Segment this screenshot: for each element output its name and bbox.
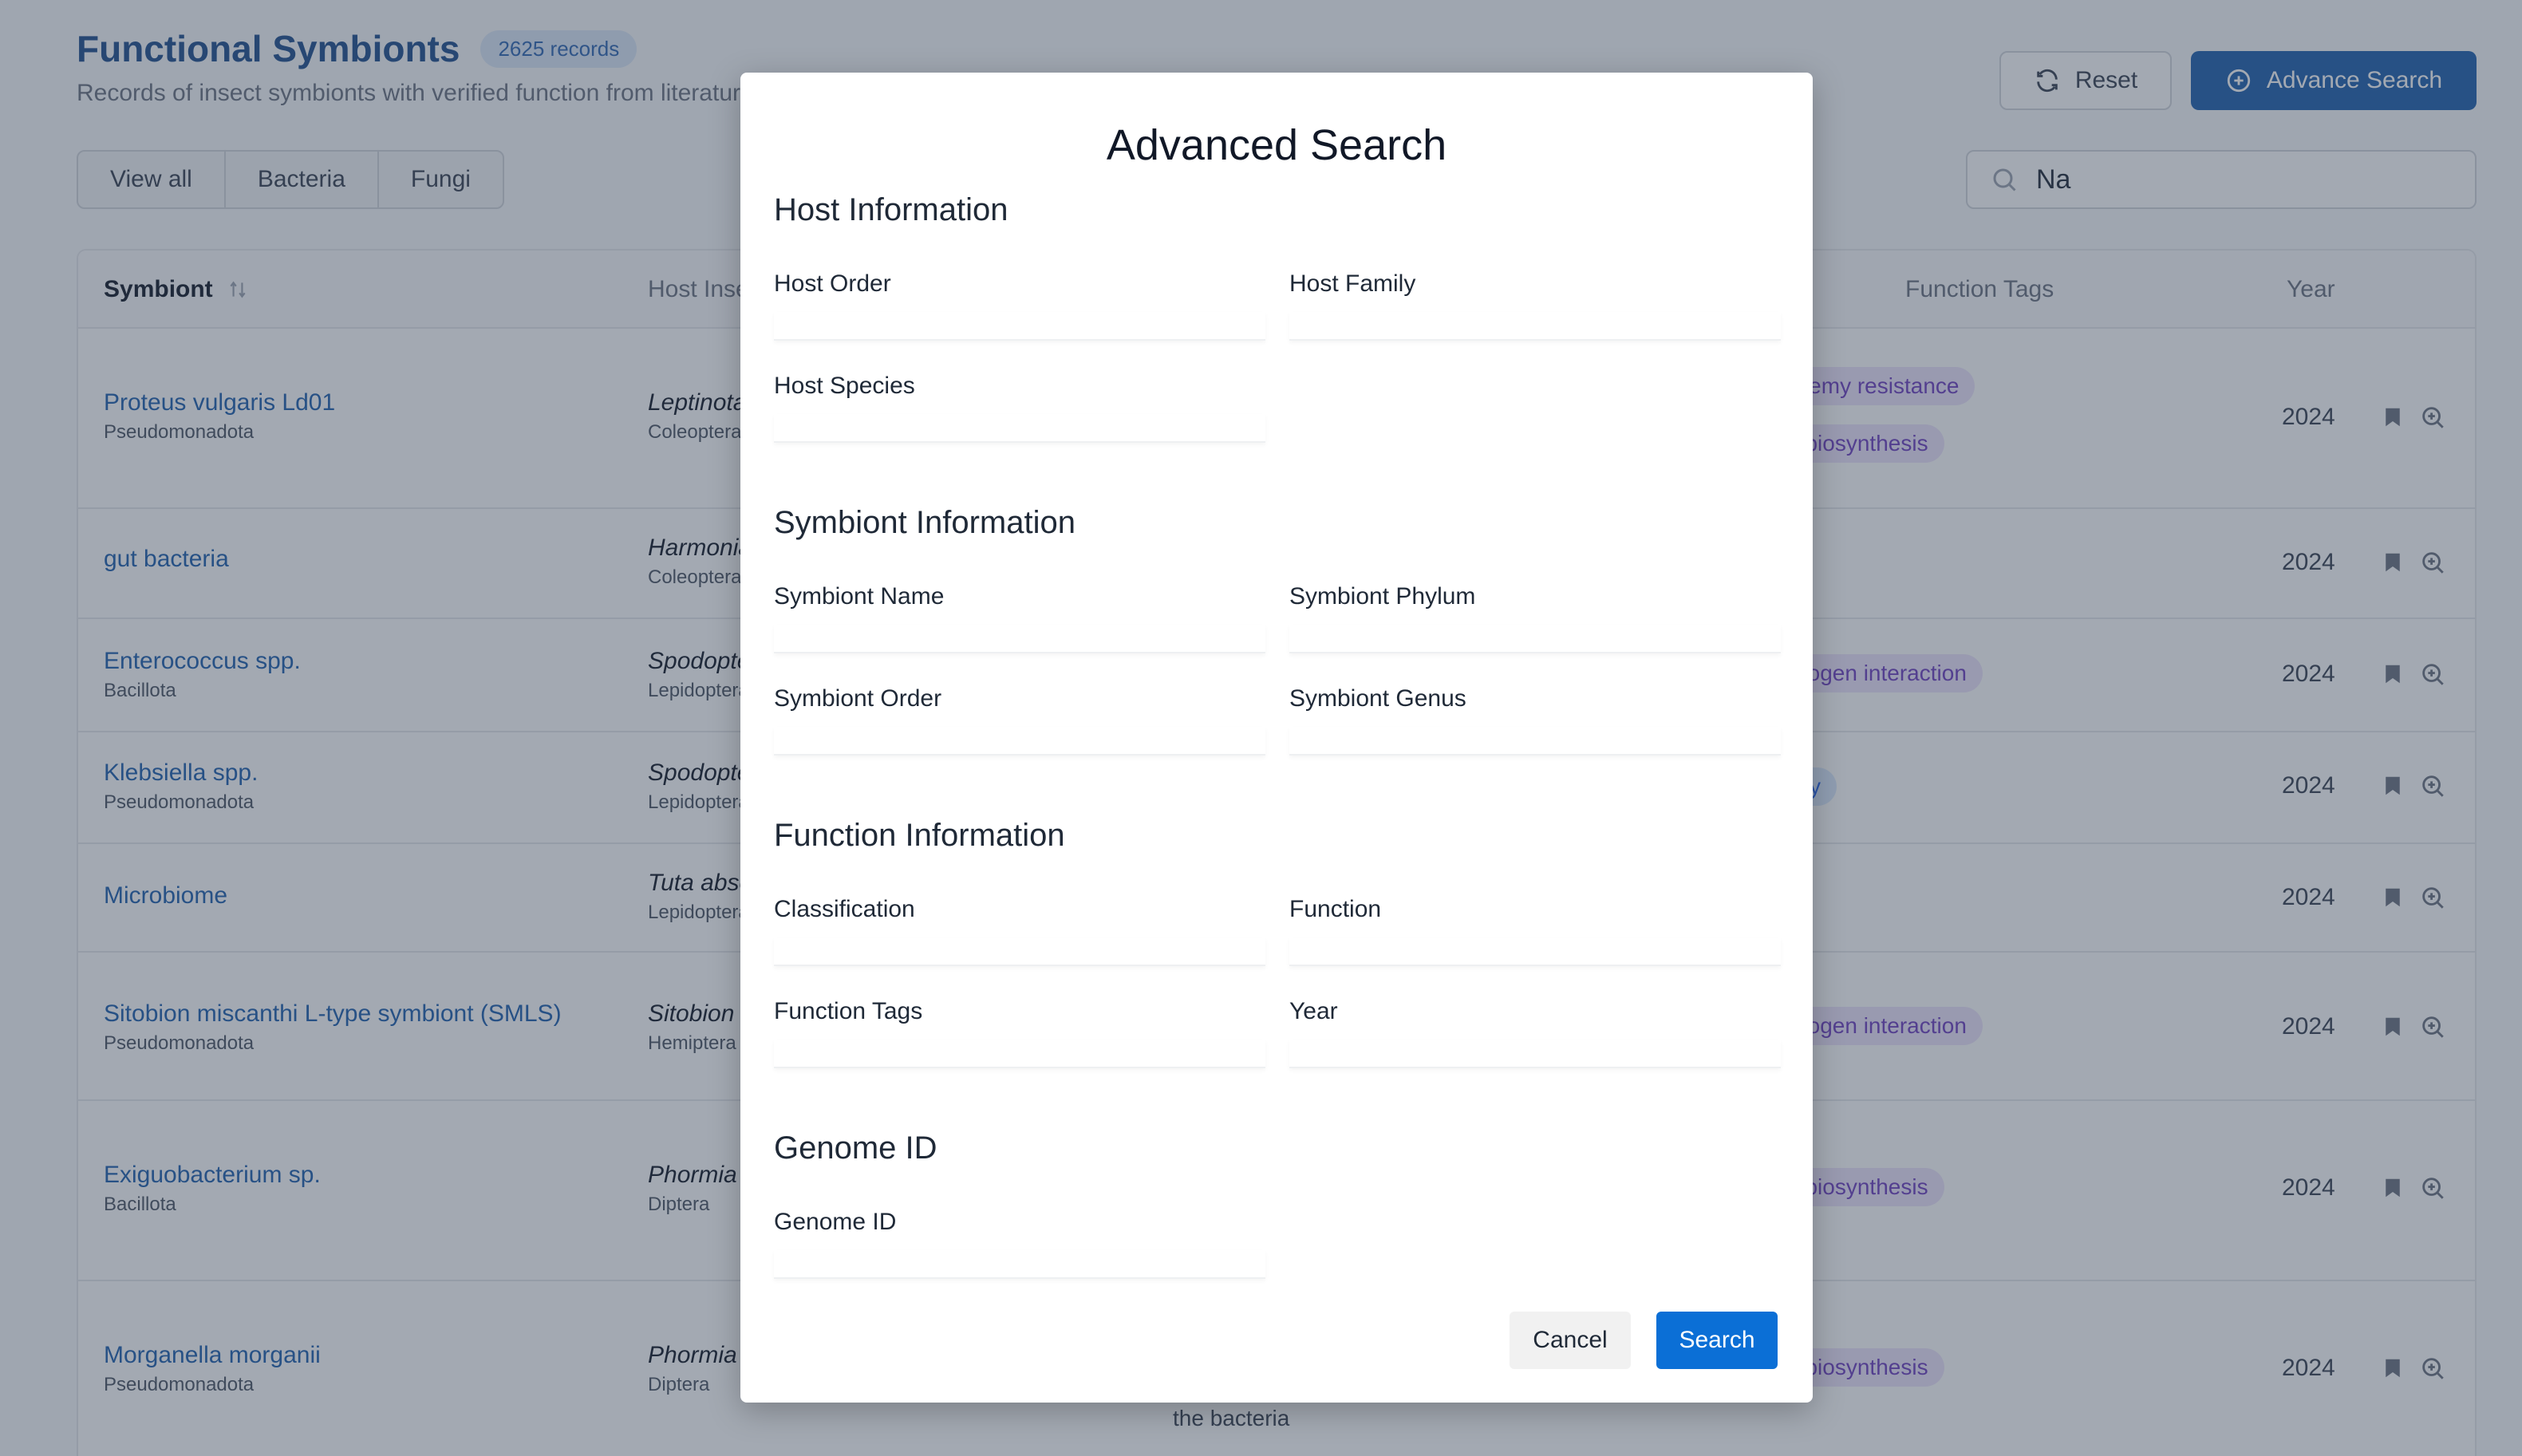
host-order-input[interactable] (774, 312, 1265, 341)
symbiont-name-input[interactable] (774, 625, 1265, 653)
dialog-title: Advanced Search (1106, 121, 1447, 169)
genome-id-label: Genome ID (774, 1209, 897, 1235)
section-genome-id: Genome ID (774, 1130, 937, 1166)
year-input[interactable] (1289, 1040, 1781, 1068)
section-symbiont-information: Symbiont Information (774, 505, 1076, 540)
host-order-label: Host Order (774, 270, 891, 297)
symbiont-phylum-label: Symbiont Phylum (1289, 583, 1476, 610)
function-tags-input[interactable] (774, 1040, 1265, 1068)
symbiont-phylum-input[interactable] (1289, 625, 1781, 653)
section-function-information: Function Information (774, 818, 1065, 853)
symbiont-order-input[interactable] (774, 727, 1265, 756)
year-label: Year (1289, 998, 1338, 1024)
advanced-search-dialog: Advanced Search Host Information Host Or… (740, 73, 1813, 1403)
section-host-information: Host Information (774, 192, 1008, 227)
symbiont-genus-label: Symbiont Genus (1289, 685, 1466, 712)
cancel-button[interactable]: Cancel (1510, 1312, 1631, 1369)
function-label: Function (1289, 896, 1382, 922)
classification-input[interactable] (774, 937, 1265, 966)
genome-id-input[interactable] (774, 1250, 1265, 1279)
symbiont-order-label: Symbiont Order (774, 685, 942, 712)
symbiont-name-label: Symbiont Name (774, 583, 945, 610)
function-input[interactable] (1289, 937, 1781, 966)
search-button[interactable]: Search (1656, 1312, 1778, 1369)
symbiont-genus-input[interactable] (1289, 727, 1781, 756)
host-family-label: Host Family (1289, 270, 1416, 297)
function-tags-label: Function Tags (774, 998, 923, 1024)
host-family-input[interactable] (1289, 312, 1781, 341)
host-species-input[interactable] (774, 414, 1265, 443)
host-species-label: Host Species (774, 373, 915, 399)
classification-label: Classification (774, 896, 915, 922)
